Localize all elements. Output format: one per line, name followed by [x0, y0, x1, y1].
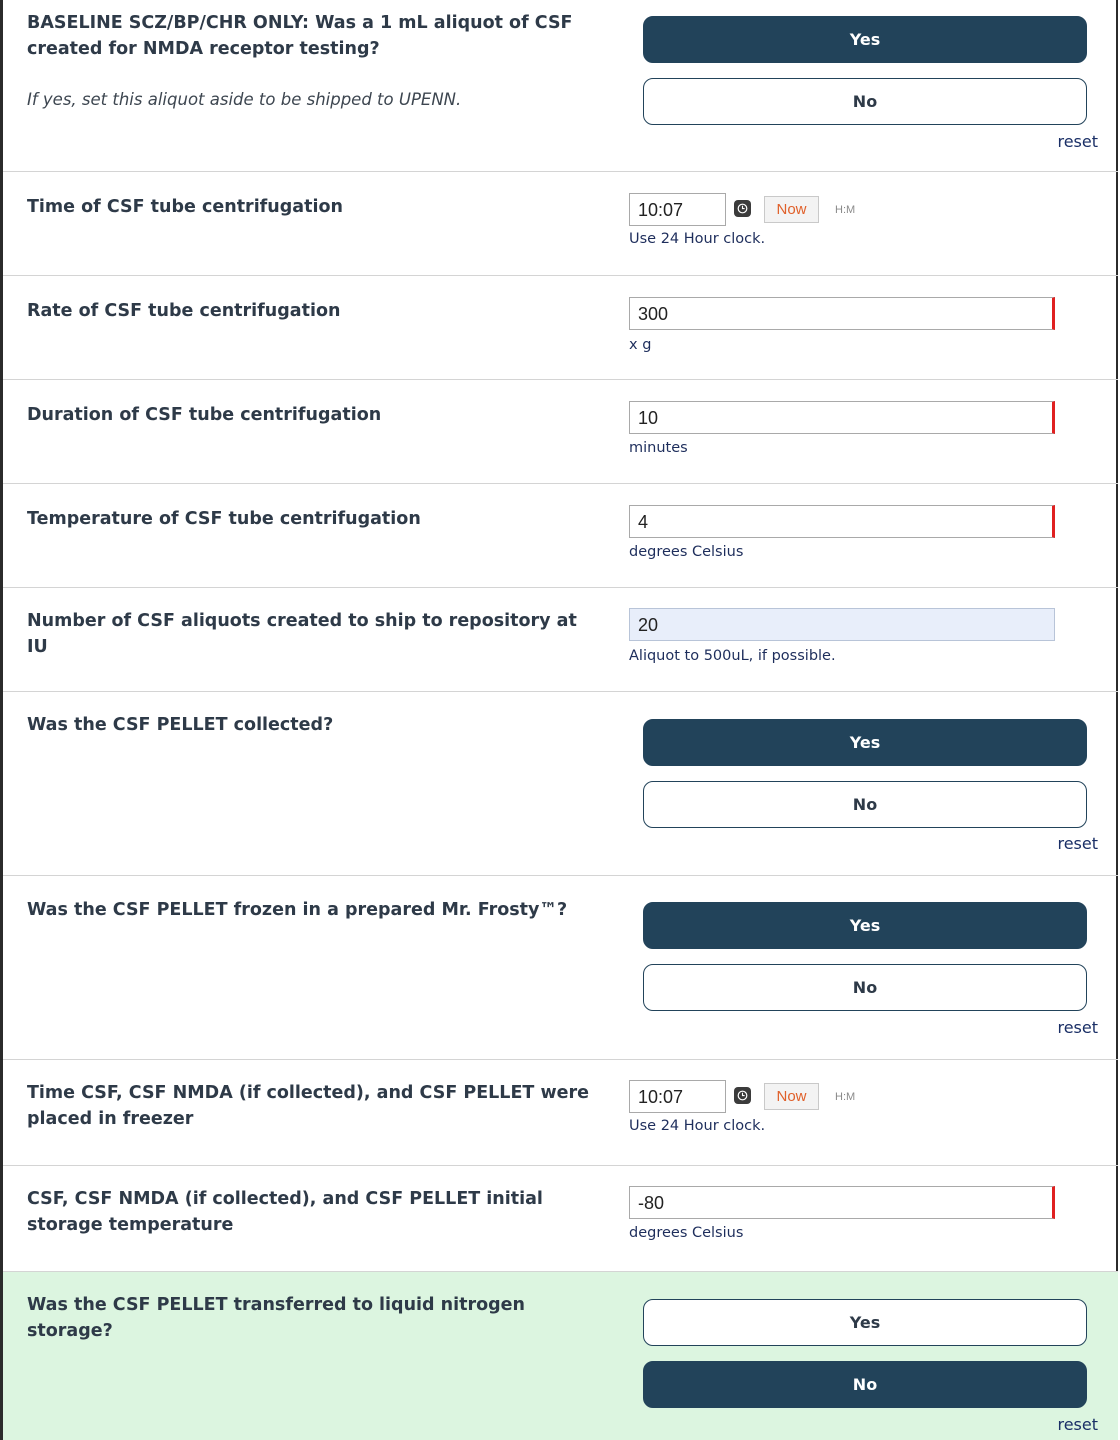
question-label: CSF, CSF NMDA (if collected), and CSF PE… [27, 1189, 543, 1235]
question-label: Temperature of CSF tube centrifugation [27, 509, 421, 529]
unit-label: degrees Celsius [629, 1225, 744, 1241]
question-row-storage-temperature: CSF, CSF NMDA (if collected), and CSF PE… [3, 1166, 1118, 1272]
question-row-time-freezer: Time CSF, CSF NMDA (if collected), and C… [3, 1060, 1118, 1166]
question-row-pellet-frozen: Was the CSF PELLET frozen in a prepared … [3, 876, 1118, 1060]
unit-label: x g [629, 337, 652, 353]
reset-link[interactable]: reset [1057, 132, 1098, 151]
yes-button[interactable]: Yes [643, 16, 1087, 63]
yes-button[interactable]: Yes [643, 719, 1087, 766]
yes-button[interactable]: Yes [643, 902, 1087, 949]
rate-input[interactable]: 300 [629, 297, 1055, 330]
question-note: If yes, set this aliquot aside to be shi… [27, 90, 462, 109]
question-label: Was the CSF PELLET collected? [27, 715, 334, 735]
reset-link[interactable]: reset [1057, 1415, 1098, 1434]
clock-icon[interactable] [734, 1087, 751, 1104]
question-row-duration: Duration of CSF tube centrifugation 10 m… [3, 380, 1118, 484]
time-input[interactable]: 10:07 [629, 1080, 726, 1113]
question-row-pellet-collected: Was the CSF PELLET collected? Yes No res… [3, 692, 1118, 876]
question-row-nmda: BASELINE SCZ/BP/CHR ONLY: Was a 1 mL ali… [3, 0, 1118, 172]
question-label: BASELINE SCZ/BP/CHR ONLY: Was a 1 mL ali… [27, 13, 573, 59]
help-text: Use 24 Hour clock. [629, 1118, 766, 1134]
question-row-aliquots: Number of CSF aliquots created to ship t… [3, 588, 1118, 692]
question-row-temperature: Temperature of CSF tube centrifugation 4… [3, 484, 1118, 588]
now-button[interactable]: Now [764, 196, 819, 223]
now-button[interactable]: Now [764, 1083, 819, 1110]
question-row-time-centrifugation: Time of CSF tube centrifugation 10:07 No… [3, 172, 1118, 276]
question-label: Was the CSF PELLET frozen in a prepared … [27, 900, 568, 920]
no-button[interactable]: No [643, 78, 1087, 125]
question-label: Duration of CSF tube centrifugation [27, 405, 382, 425]
question-label: Time CSF, CSF NMDA (if collected), and C… [27, 1083, 589, 1129]
help-text: Use 24 Hour clock. [629, 231, 766, 247]
question-label: Rate of CSF tube centrifugation [27, 301, 341, 321]
temperature-input[interactable]: 4 [629, 505, 1055, 538]
storage-temperature-input[interactable]: -80 [629, 1186, 1055, 1219]
question-row-rate: Rate of CSF tube centrifugation 300 x g [3, 276, 1118, 380]
time-format-label: H:M [835, 204, 856, 216]
unit-label: degrees Celsius [629, 544, 744, 560]
duration-input[interactable]: 10 [629, 401, 1055, 434]
no-button[interactable]: No [643, 1361, 1087, 1408]
aliquot-count-input[interactable]: 20 [629, 608, 1055, 641]
question-label: Number of CSF aliquots created to ship t… [27, 611, 577, 657]
help-text: Aliquot to 500uL, if possible. [629, 648, 836, 664]
question-label: Time of CSF tube centrifugation [27, 197, 343, 217]
unit-label: minutes [629, 440, 688, 456]
time-format-label: H:M [835, 1091, 856, 1103]
yes-button[interactable]: Yes [643, 1299, 1087, 1346]
reset-link[interactable]: reset [1057, 1018, 1098, 1037]
question-label: Was the CSF PELLET transferred to liquid… [27, 1295, 525, 1341]
time-input[interactable]: 10:07 [629, 193, 726, 226]
reset-link[interactable]: reset [1057, 834, 1098, 853]
no-button[interactable]: No [643, 781, 1087, 828]
clock-icon[interactable] [734, 200, 751, 217]
question-row-liquid-nitrogen: Was the CSF PELLET transferred to liquid… [3, 1272, 1118, 1440]
no-button[interactable]: No [643, 964, 1087, 1011]
